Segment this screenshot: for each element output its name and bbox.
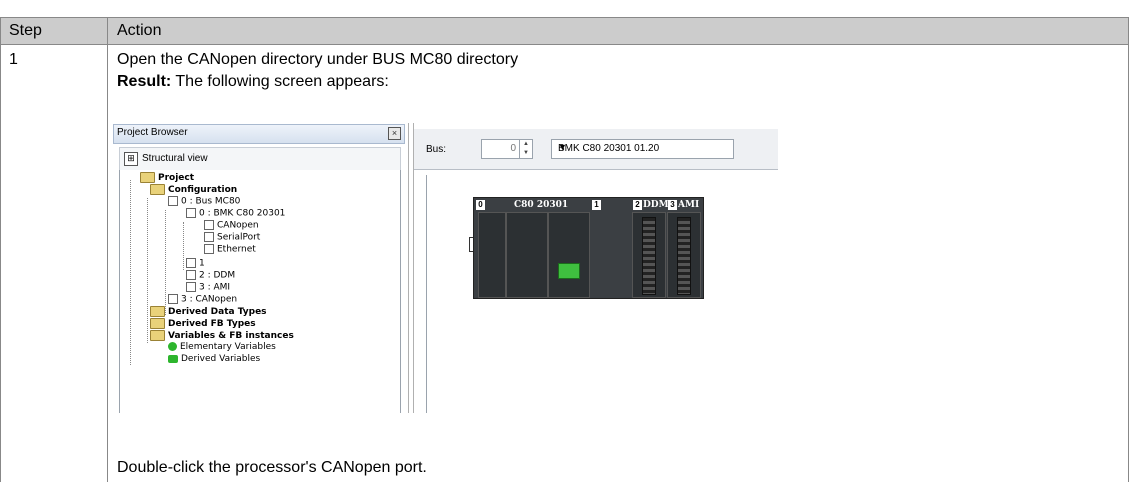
ami-label: AMI [678,200,700,210]
ami-module[interactable] [667,212,701,298]
tree-item-bus-mc80[interactable]: 0 : Bus MC80 [168,196,240,207]
tree-view-icon: ⊞ [124,152,138,166]
header-step: Step [9,22,42,39]
instruction-table: Step Action 1 Open the CANopen directory… [0,0,1130,482]
project-browser-panel: Project Browser × ⊞ Structural view Proj… [113,123,409,413]
module-icon [186,208,196,218]
bus-module-select[interactable]: BMK C80 20301 01.20 ▼ [551,139,734,159]
tree-item-canopen-port[interactable]: CANopen [204,220,259,231]
spinner-arrows-icon[interactable]: ▲ ▼ [519,140,532,158]
bus-editor-panel: Bus: 0 ▲▼ BMK C80 20301 01.20 ▼ 0 0 C80 … [413,123,778,413]
tree-item-configuration[interactable]: Configuration [150,184,237,195]
action-result: Result: The following screen appears: [117,73,389,91]
rack-graphic: 0 C80 20301 1 2 DDM 3 AMI [473,197,704,299]
project-browser-titlebar: Project Browser × [113,124,405,144]
table-column-divider [107,17,108,482]
tree-item-serial-port[interactable]: SerialPort [204,232,260,243]
port-icon [204,244,214,254]
module-icon [186,270,196,280]
table-header-row: Step Action [0,17,1129,45]
action-next-step: Double-click the processor's CANopen por… [117,459,427,476]
ddm-label: DDM [643,200,669,210]
project-browser-title: Project Browser [117,127,188,138]
tree-item-processor[interactable]: 0 : BMK C80 20301 [186,208,285,219]
bus-number-value: 0 [510,143,516,154]
port-icon [204,220,214,230]
tree-guide [147,198,148,343]
module-icon [186,258,196,268]
folder-icon [140,172,155,183]
rack-canvas: 0 0 C80 20301 1 2 DDM 3 AMI [426,175,778,413]
result-label: Result: [117,73,172,90]
folder-icon [150,306,165,317]
step-number: 1 [9,51,18,68]
folder-icon [150,330,165,341]
project-tree: Project Configuration 0 : Bus MC80 0 : B… [119,170,401,413]
ddm-module[interactable] [632,212,666,298]
bus-toolbar: Bus: 0 ▲ ▼ BMK C80 20301 01.20 ▼ [414,129,778,170]
tree-guide [130,180,131,365]
tree-guide [183,222,184,270]
action-instruction: Open the CANopen directory under BUS MC8… [117,51,519,68]
structural-view-label: Structural view [142,153,208,164]
slot-0-label: 0 [476,200,485,210]
close-icon[interactable]: × [388,127,401,140]
terminal-block [642,217,656,295]
tree-item-slot-1[interactable]: 1 [186,258,205,269]
result-text: The following screen appears: [171,73,389,90]
header-action: Action [117,22,162,39]
tree-item-derived-data-types[interactable]: Derived Data Types [150,306,267,317]
tree-item-ami[interactable]: 3 : AMI [186,282,230,293]
structural-view-tab[interactable]: ⊞ Structural view [119,147,401,171]
header-bottom-rule [0,44,1129,45]
port-icon [204,232,214,242]
table-border-left [0,17,1,482]
ethernet-port-icon[interactable] [558,263,580,279]
tree-item-canopen-bus[interactable]: 3 : CANopen [168,294,237,305]
bus-number-spinner[interactable]: 0 ▲ ▼ [481,139,533,159]
folder-icon [150,318,165,329]
power-supply-module[interactable] [478,212,506,298]
table-border-right [1128,17,1129,482]
tree-item-ddm[interactable]: 2 : DDM [186,270,235,281]
folder-icon [150,184,165,195]
tree-item-derived-fb-types[interactable]: Derived FB Types [150,318,256,329]
tree-guide [165,210,166,315]
derived-variable-icon [168,354,178,363]
cpu-label: C80 20301 [514,200,569,210]
tree-item-variables[interactable]: Variables & FB instances [150,330,294,341]
bus-label: Bus: [426,144,447,155]
processor-module[interactable] [506,212,548,298]
bus-icon [168,196,178,206]
module-icon [186,282,196,292]
terminal-block [677,217,691,295]
tree-item-project[interactable]: Project [140,172,194,183]
chevron-down-icon: ▼ [558,142,567,152]
slot-2-label: 2 [633,200,642,210]
embedded-screenshot: Project Browser × ⊞ Structural view Proj… [113,123,778,413]
tree-item-derived-variables[interactable]: Derived Variables [168,354,260,364]
processor-ethernet-module[interactable] [548,212,590,298]
tree-item-elementary-variables[interactable]: Elementary Variables [168,342,276,352]
variable-icon [168,342,177,351]
tree-item-ethernet[interactable]: Ethernet [204,244,256,255]
slot-3-label: 3 [668,200,677,210]
slot-1-label: 1 [592,200,601,210]
bus-icon [168,294,178,304]
